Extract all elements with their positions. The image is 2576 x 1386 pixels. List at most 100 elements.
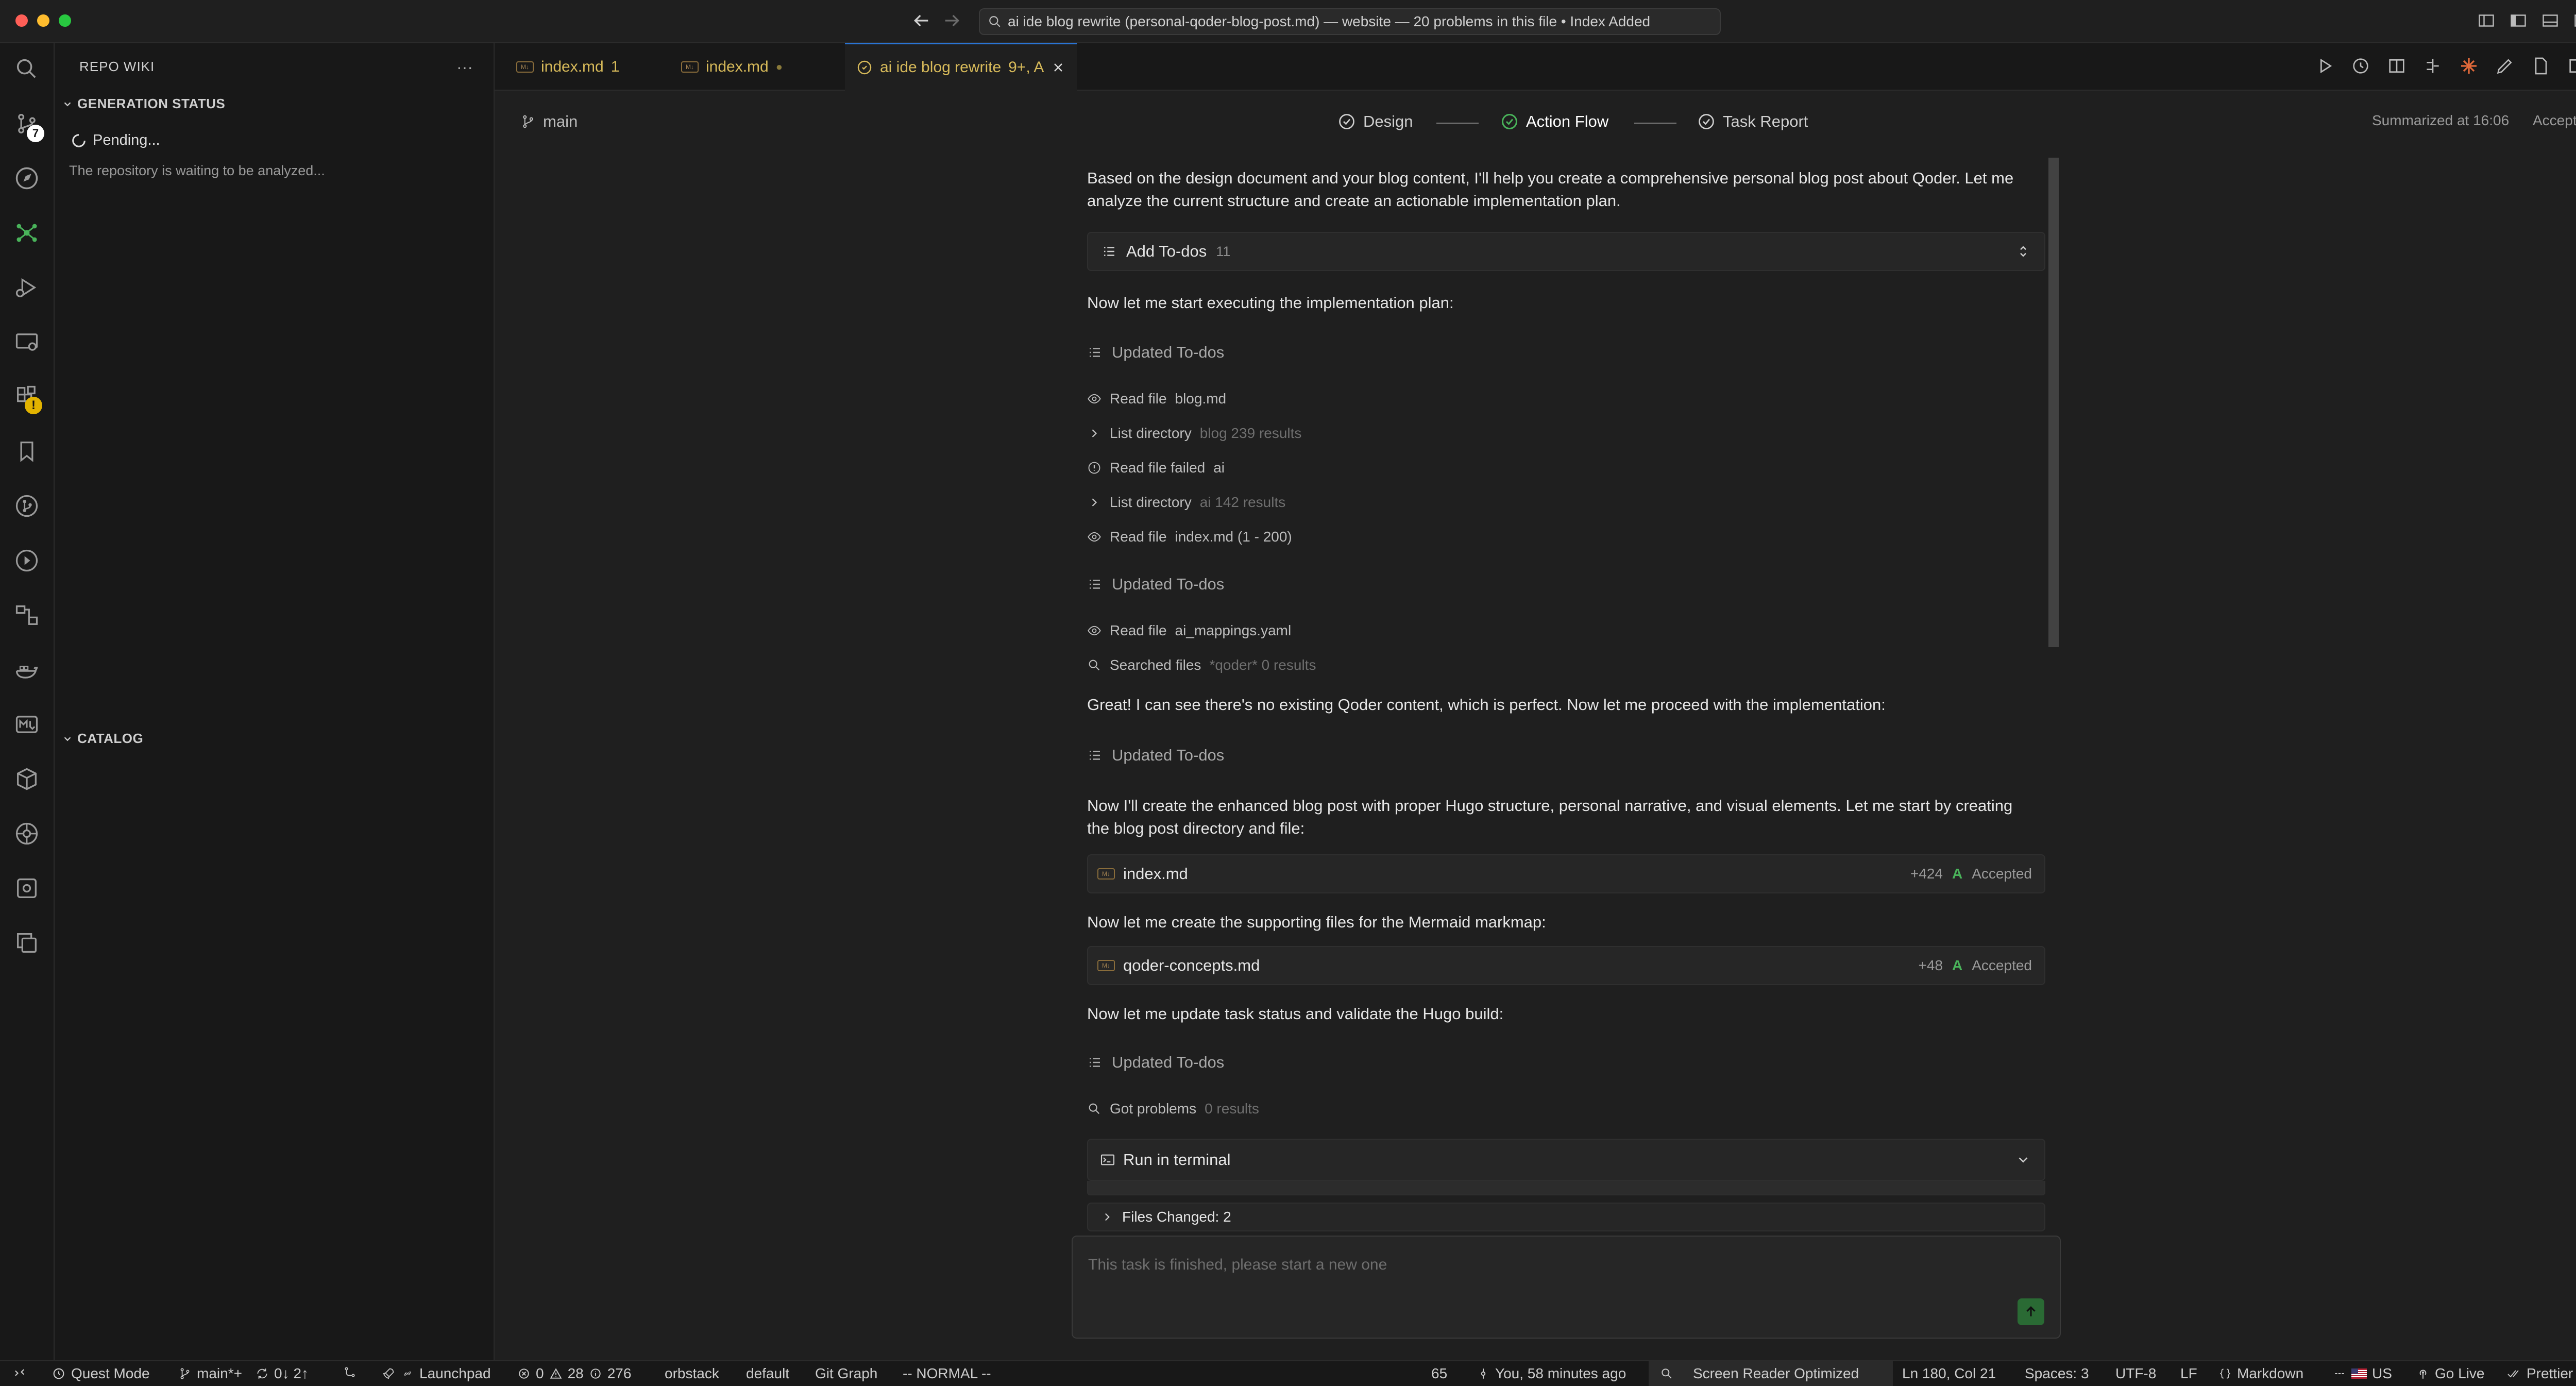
package-icon[interactable] bbox=[13, 766, 40, 792]
extensions-icon[interactable]: ! bbox=[13, 383, 42, 414]
repo-wiki-icon[interactable] bbox=[13, 219, 40, 246]
markdown-icon[interactable] bbox=[13, 711, 40, 738]
tool-row[interactable]: List directory ai 142 results bbox=[1087, 494, 1285, 511]
step-task-report[interactable]: Task Report bbox=[1697, 112, 1808, 131]
github-actions-icon[interactable] bbox=[13, 547, 40, 574]
prettier-status[interactable]: Prettier bbox=[2507, 1365, 2573, 1382]
git-icon-status[interactable] bbox=[343, 1365, 357, 1379]
run-terminal-label: Run in terminal bbox=[1123, 1151, 1231, 1169]
history-icon[interactable] bbox=[2350, 56, 2371, 76]
close-window-button[interactable] bbox=[15, 14, 28, 27]
run-in-terminal-card[interactable]: Run in terminal bbox=[1087, 1139, 2045, 1181]
remote-explorer-icon[interactable] bbox=[13, 329, 40, 356]
eol-status[interactable]: LF bbox=[2180, 1365, 2197, 1382]
updated-todos-row[interactable]: Updated To-dos bbox=[1087, 1053, 1224, 1072]
customize-layout-icon[interactable] bbox=[2477, 11, 2496, 30]
sync-icon bbox=[256, 1367, 269, 1380]
run-icon[interactable] bbox=[2314, 56, 2335, 76]
generation-status-header[interactable]: GENERATION STATUS bbox=[62, 96, 225, 112]
tool-row[interactable]: Read file ai_mappings.yaml bbox=[1087, 622, 1291, 639]
chat-input[interactable]: This task is finished, please start a ne… bbox=[1072, 1236, 2061, 1339]
file-change-card[interactable]: M↓ index.md +424 A Accepted bbox=[1087, 854, 2045, 893]
toggle-secondary-sidebar-icon[interactable] bbox=[2573, 11, 2576, 30]
command-center[interactable]: ai ide blog rewrite (personal-qoder-blog… bbox=[979, 8, 1721, 35]
screen-reader-status[interactable]: Screen Reader Optimized bbox=[1660, 1365, 1859, 1382]
branch-indicator[interactable]: main bbox=[520, 112, 578, 131]
toggle-panel-icon[interactable] bbox=[2541, 11, 2560, 30]
file-change-card[interactable]: M↓ qoder-concepts.md +48 A Accepted bbox=[1087, 946, 2045, 985]
chat-scrollbar[interactable] bbox=[2048, 158, 2059, 647]
assistant-message: Now let me create the supporting files f… bbox=[1087, 913, 1546, 931]
tool-row[interactable]: List directory blog 239 results bbox=[1087, 425, 1301, 442]
step-label: Action Flow bbox=[1526, 112, 1609, 130]
check-circle-icon bbox=[1697, 112, 1716, 131]
git-graph-icon[interactable] bbox=[13, 493, 40, 519]
encoding-status[interactable]: UTF-8 bbox=[2115, 1365, 2156, 1382]
search-icon[interactable] bbox=[13, 56, 40, 82]
file-status: Accepted bbox=[1972, 866, 2032, 882]
launchpad[interactable]: Launchpad bbox=[381, 1365, 491, 1382]
qoder-sparkle-icon[interactable] bbox=[2459, 56, 2479, 76]
expand-collapse-icon[interactable] bbox=[2015, 244, 2031, 259]
tool-row[interactable]: Searched files *qoder* 0 results bbox=[1087, 657, 1316, 673]
markdown-file-icon: M↓ bbox=[1097, 960, 1115, 971]
zoom-window-button[interactable] bbox=[59, 14, 71, 27]
explore-icon[interactable] bbox=[13, 165, 40, 192]
close-icon[interactable] bbox=[1051, 60, 1065, 75]
files-changed-row[interactable]: Files Changed: 2 bbox=[1087, 1203, 2045, 1231]
git-graph-button[interactable]: Git Graph bbox=[815, 1365, 877, 1382]
step-design[interactable]: Design bbox=[1337, 112, 1413, 131]
locale-status[interactable]: US bbox=[2333, 1365, 2392, 1382]
quest-mode-indicator[interactable]: Quest Mode bbox=[52, 1365, 150, 1382]
updated-todos-row[interactable]: Updated To-dos bbox=[1087, 343, 1224, 362]
pen-icon[interactable] bbox=[2495, 56, 2515, 76]
copy-icon[interactable] bbox=[13, 929, 40, 956]
cursor-position[interactable]: Ln 180, Col 21 bbox=[1902, 1365, 1996, 1382]
tool-row[interactable]: Got problems 0 results bbox=[1087, 1101, 1259, 1117]
chevron-down-icon[interactable] bbox=[2015, 1152, 2031, 1168]
tool-row[interactable]: Read file blog.md bbox=[1087, 391, 1226, 407]
sync-counts: 0↓ 2↑ bbox=[274, 1365, 309, 1381]
git-blame-status[interactable]: You, 58 minutes ago bbox=[1477, 1365, 1626, 1382]
tool-action: Read file bbox=[1110, 529, 1167, 545]
tool-row[interactable]: Read file failed ai bbox=[1087, 460, 1225, 476]
problems-status[interactable]: 0 28 276 bbox=[517, 1365, 631, 1382]
add-todos-card[interactable]: Add To-dos 11 bbox=[1087, 232, 2045, 271]
updated-todos-row[interactable]: Updated To-dos bbox=[1087, 746, 1224, 765]
settings-sync-icon[interactable] bbox=[13, 875, 40, 902]
toggle-primary-sidebar-icon[interactable] bbox=[2509, 11, 2528, 30]
branch-status[interactable]: main*+ bbox=[178, 1365, 242, 1382]
indentation-status[interactable]: Spaces: 3 bbox=[2025, 1365, 2089, 1382]
step-action-flow[interactable]: Action Flow bbox=[1500, 112, 1608, 131]
kubernetes-icon[interactable] bbox=[13, 820, 40, 847]
back-arrow-icon[interactable] bbox=[911, 10, 931, 31]
orbstack-status[interactable]: orbstack bbox=[665, 1365, 719, 1382]
docker-icon[interactable] bbox=[13, 656, 40, 683]
flow-icon[interactable] bbox=[13, 602, 40, 629]
sync-status[interactable]: 0↓ 2↑ bbox=[256, 1365, 309, 1382]
more-actions-button[interactable]: ··· bbox=[456, 58, 473, 77]
remote-indicator[interactable] bbox=[12, 1365, 27, 1380]
tab-ai-ide-blog-rewrite[interactable]: ai ide blog rewrite 9+, A bbox=[845, 43, 1077, 91]
tab-index-md-2[interactable]: M↓ index.md ● bbox=[670, 43, 794, 91]
minimize-window-button[interactable] bbox=[37, 14, 49, 27]
forward-arrow-icon[interactable] bbox=[942, 10, 962, 31]
source-control-icon[interactable]: 7 bbox=[13, 110, 44, 142]
open-file-icon[interactable] bbox=[2531, 56, 2551, 76]
step-connector bbox=[1634, 123, 1676, 124]
open-preview-icon[interactable] bbox=[2386, 56, 2407, 76]
updated-todos-row[interactable]: Updated To-dos bbox=[1087, 575, 1224, 594]
run-debug-icon[interactable] bbox=[13, 274, 40, 301]
split-editor-icon[interactable] bbox=[2567, 56, 2576, 76]
tool-row[interactable]: Read file index.md (1 - 200) bbox=[1087, 529, 1292, 545]
bookmark-icon[interactable] bbox=[13, 438, 40, 465]
terminal-output-placeholder bbox=[1087, 1181, 2045, 1195]
tab-index-md-1[interactable]: M↓ index.md 1 bbox=[505, 43, 631, 91]
go-live-button[interactable]: Go Live bbox=[2416, 1365, 2485, 1382]
send-button[interactable] bbox=[2018, 1298, 2044, 1325]
line-count-status[interactable]: 65 bbox=[1431, 1365, 1447, 1382]
language-mode[interactable]: Markdown bbox=[2218, 1365, 2303, 1382]
default-profile-status[interactable]: default bbox=[746, 1365, 789, 1382]
compare-icon[interactable] bbox=[2422, 56, 2443, 76]
catalog-header[interactable]: CATALOG bbox=[62, 731, 143, 747]
